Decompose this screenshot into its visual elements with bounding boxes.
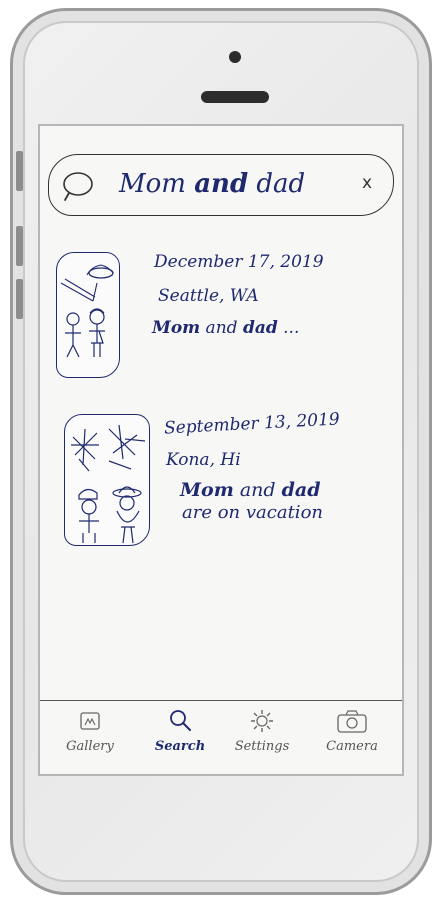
tab-label: Settings [234, 739, 290, 754]
camera-icon [337, 710, 367, 733]
gear-icon [251, 710, 273, 732]
vacation-sketch-image [71, 424, 146, 544]
result-caption: Mom and dad [180, 480, 321, 500]
tab-label: Camera [326, 739, 378, 754]
photo-thumbnail[interactable] [64, 414, 150, 546]
result-date: September 13, 2019 [163, 409, 341, 439]
search-input[interactable]: Mom and dad [119, 169, 305, 199]
tab-gallery[interactable]: Gallery [50, 707, 130, 771]
mute-switch [16, 151, 23, 191]
volume-up-button [16, 226, 23, 266]
gallery-icon [80, 712, 100, 730]
search-query-prefix: Mom [119, 169, 195, 199]
tab-bar: Gallery Search Settings Camera [40, 700, 402, 774]
search-icon [170, 710, 191, 731]
family-sketch-image [60, 264, 114, 358]
search-query-highlight: and [194, 169, 249, 199]
tab-settings[interactable]: Settings [222, 707, 302, 771]
tab-label: Search [154, 739, 206, 754]
search-icon [63, 172, 93, 201]
volume-down-button [16, 279, 23, 319]
stray-mark [402, 488, 404, 490]
search-bar[interactable]: Mom and dad x [48, 154, 394, 216]
tab-search[interactable]: Search [140, 707, 220, 771]
caption-text: and [233, 479, 282, 501]
caption-highlight: dad [242, 318, 278, 338]
result-caption: Mom and dad ... [152, 318, 299, 338]
clear-search-button[interactable]: x [355, 171, 379, 195]
result-date: December 17, 2019 [154, 252, 324, 272]
result-location: Kona, Hi [166, 450, 241, 470]
caption-ellipsis: ... [277, 318, 300, 338]
caption-highlight: dad [281, 479, 321, 501]
photo-thumbnail[interactable] [56, 252, 120, 378]
caption-text: and [200, 318, 243, 338]
result-location: Seattle, WA [158, 286, 259, 306]
front-camera-icon [229, 51, 241, 63]
search-query-suffix: dad [248, 169, 306, 199]
phone-screen: Mom and dad x December 17, 2019 Seattle,… [38, 124, 404, 776]
caption-highlight: Mom [180, 479, 234, 501]
caption-highlight: Mom [152, 318, 201, 338]
result-caption-line2: are on vacation [182, 502, 323, 523]
earpiece-speaker [201, 91, 269, 103]
tab-label: Gallery [66, 739, 114, 754]
tab-camera[interactable]: Camera [312, 707, 392, 771]
